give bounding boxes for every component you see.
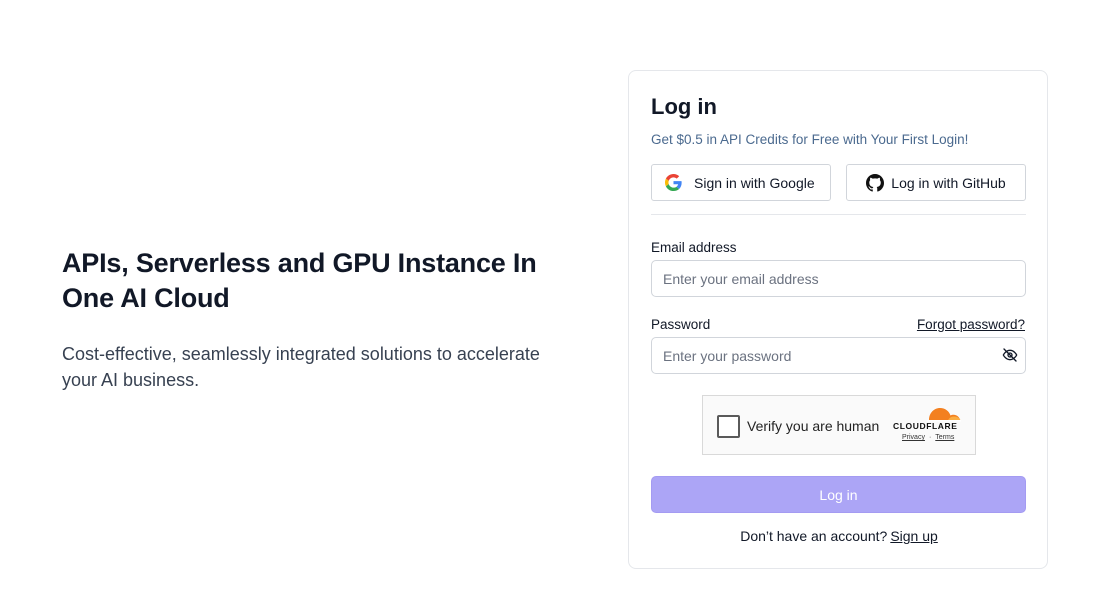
privacy-link[interactable]: Privacy xyxy=(902,434,925,441)
github-button-label: Log in with GitHub xyxy=(891,174,1006,191)
google-icon xyxy=(664,174,682,192)
promo-text: Get $0.5 in API Credits for Free with Yo… xyxy=(651,132,969,147)
email-label: Email address xyxy=(651,240,737,255)
forgot-password-link[interactable]: Forgot password? xyxy=(917,317,1025,332)
captcha-label: Verify you are human xyxy=(747,418,880,434)
google-signin-button[interactable]: Sign in with Google xyxy=(651,164,831,201)
password-field[interactable] xyxy=(651,337,1026,374)
hero-subtitle: Cost-effective, seamlessly integrated so… xyxy=(62,344,540,390)
cloudflare-wordmark: CLOUDFLARE xyxy=(893,421,958,431)
password-label: Password xyxy=(651,317,711,332)
link-separator: · xyxy=(928,434,932,441)
github-icon xyxy=(866,173,885,192)
email-field[interactable] xyxy=(651,260,1026,297)
divider xyxy=(651,214,1026,215)
captcha-links: Privacy · Terms xyxy=(902,434,954,441)
signup-link[interactable]: Sign up xyxy=(890,528,937,544)
login-submit-button[interactable]: Log in xyxy=(651,476,1026,513)
signup-row: Don’t have an account? Sign up xyxy=(629,528,1049,544)
hero-title: APIs, Serverless and GPU Instance In One… xyxy=(62,248,537,313)
github-login-button[interactable]: Log in with GitHub xyxy=(846,164,1026,201)
google-button-label: Sign in with Google xyxy=(694,174,815,191)
login-card: Log in Get $0.5 in API Credits for Free … xyxy=(628,70,1048,569)
login-title: Log in xyxy=(651,94,717,119)
signup-prompt: Don’t have an account? xyxy=(740,528,888,544)
hero: APIs, Serverless and GPU Instance In One… xyxy=(62,246,562,393)
captcha-widget: Verify you are human CLOUDFLARE Privacy ·… xyxy=(702,395,976,455)
terms-link[interactable]: Terms xyxy=(935,434,954,441)
eye-off-icon[interactable] xyxy=(1002,347,1020,365)
captcha-checkbox[interactable] xyxy=(717,415,740,438)
